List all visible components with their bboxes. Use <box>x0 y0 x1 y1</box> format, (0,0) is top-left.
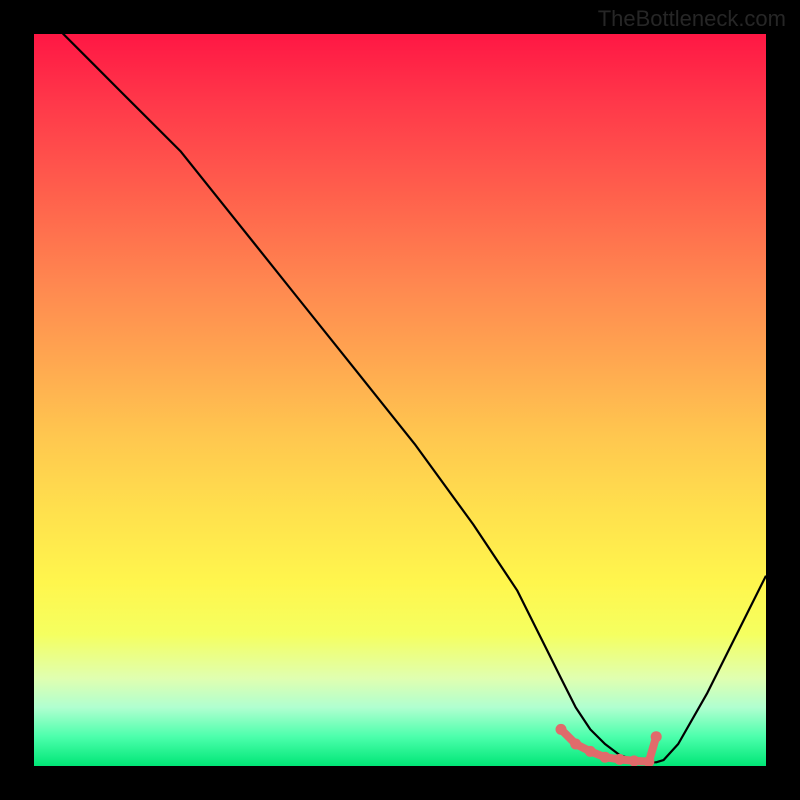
curve-line <box>34 34 766 762</box>
watermark-text: TheBottleneck.com <box>598 6 786 32</box>
chart-svg <box>34 34 766 766</box>
chart-plot-area <box>34 34 766 766</box>
marker-points <box>556 724 662 766</box>
